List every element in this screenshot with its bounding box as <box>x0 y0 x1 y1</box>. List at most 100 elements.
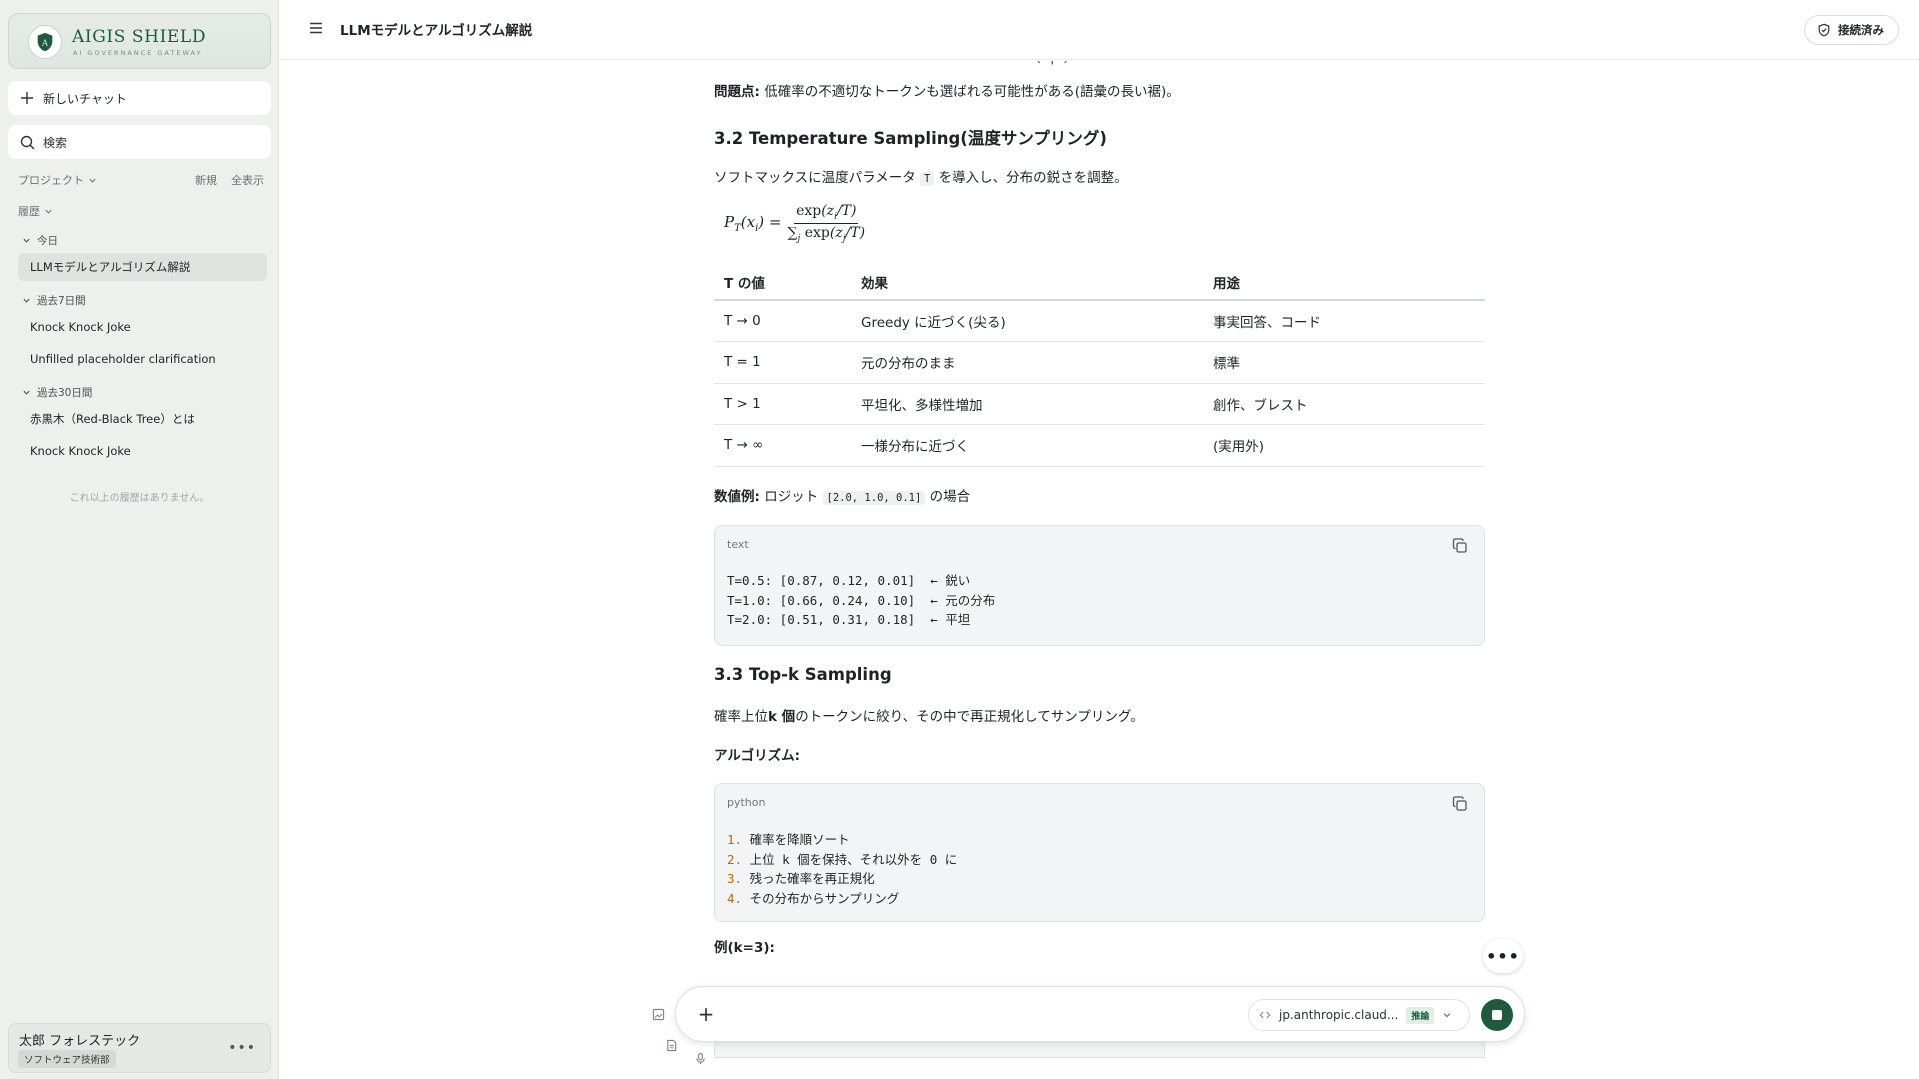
temperature-table: T の値 効果 用途 T → 0 Greedy に近づく(尖る) 事実回答、コー… <box>714 264 1485 467</box>
group-label: 過去7日間 <box>37 295 86 307</box>
code-line-text: その分布からサンプリング <box>749 890 900 906</box>
table-header-cell: 効果 <box>851 264 1203 301</box>
attach-plus-button[interactable]: + <box>696 1004 716 1024</box>
history-item[interactable]: Knock Knock Joke <box>18 313 267 341</box>
code-line: 2. 上位 k 個を保持、それ以外を 0 に <box>727 850 957 870</box>
code-line: 4. その分布からサンプリング <box>727 889 957 909</box>
topk-text-pre: 確率上位 <box>714 709 768 725</box>
search-input[interactable]: 検索 <box>8 125 271 159</box>
more-options-icon[interactable]: ••• <box>228 1040 256 1056</box>
example-text-pre: ロジット <box>764 489 819 505</box>
copy-icon[interactable] <box>1452 796 1468 812</box>
code-language-label: python <box>727 796 766 809</box>
history-item[interactable]: Knock Knock Joke <box>18 437 267 465</box>
line-number: 1. <box>727 832 743 847</box>
history-item-label: Knock Knock Joke <box>30 444 131 458</box>
projects-label: プロジェクト <box>18 174 84 187</box>
history-item-label: LLMモデルとアルゴリズム解説 <box>30 260 191 274</box>
model-selector[interactable]: jp.anthropic.claud... 推論 <box>1248 999 1470 1031</box>
svg-text:A: A <box>41 38 49 48</box>
table-cell: 平坦化、多様性増加 <box>851 383 1203 425</box>
topk-text-post: のトークンに絞り、その中で再正規化してサンプリング。 <box>795 709 1144 725</box>
table-row: T → ∞ 一様分布に近づく (実用外) <box>714 424 1485 467</box>
history-label: 履歴 <box>18 205 40 218</box>
top-header: LLMモデルとアルゴリズム解説 接続済み <box>280 0 1919 60</box>
algorithm-label: アルゴリズム: <box>714 748 800 764</box>
stop-generation-button[interactable] <box>1481 999 1513 1031</box>
code-content: 1. 確率を降順ソート 2. 上位 k 個を保持、それ以外を 0 に 3. 残った確… <box>727 830 957 908</box>
no-more-history: これ以上の履歴はありません。 <box>69 493 210 504</box>
user-department-badge: ソフトウェア技術部 <box>18 1050 116 1068</box>
more-actions-button[interactable]: ••• <box>1483 939 1523 973</box>
topk-intro: 確率上位k 個のトークンに絞り、その中で再正規化してサンプリング。 <box>714 707 1485 727</box>
table-cell: T → 0 <box>714 300 851 342</box>
chevron-down-icon <box>45 209 52 214</box>
intro-text-pre: ソフトマックスに温度パラメータ <box>714 170 916 186</box>
formula-fragment: — (· | ·) <box>1017 61 1069 65</box>
projects-toggle[interactable]: プロジェクト <box>18 172 181 188</box>
new-chat-label: 新しいチャット <box>43 91 127 106</box>
group-past-7-days[interactable]: 過去7日間 <box>22 293 86 308</box>
chevron-down-icon <box>23 238 30 243</box>
example-paragraph: 数値例: ロジット [2.0, 1.0, 0.1] の場合 <box>714 487 1485 508</box>
table-cell: 事実回答、コード <box>1203 300 1485 342</box>
line-number: 3. <box>727 871 743 886</box>
copy-icon[interactable] <box>1452 538 1468 554</box>
temperature-intro: ソフトマックスに温度パラメータ T を導入し、分布の鋭さを調整。 <box>714 168 1485 189</box>
user-name: 太郎 フォレステック <box>19 1034 141 1049</box>
history-toggle[interactable]: 履歴 <box>18 203 53 219</box>
line-number: 4. <box>727 890 743 906</box>
example-text-post: の場合 <box>929 489 971 505</box>
group-today[interactable]: 今日 <box>22 233 58 248</box>
table-header-cell: T の値 <box>714 264 851 301</box>
history-item[interactable]: 赤黒木（Red-Black Tree）とは <box>18 405 267 433</box>
chevron-down-icon <box>89 178 96 183</box>
code-line: T=0.5: [0.87, 0.12, 0.01] ← 鋭い <box>727 573 971 588</box>
intro-text-post: を導入し、分布の鋭さを調整。 <box>938 170 1128 186</box>
brand-name: AIGIS SHIELD <box>72 27 207 47</box>
user-card[interactable]: 太郎 フォレステック ソフトウェア技術部 ••• <box>8 1023 271 1073</box>
table-cell: 一様分布に近づく <box>851 424 1203 467</box>
group-label: 過去30日間 <box>37 387 93 399</box>
search-placeholder: 検索 <box>43 135 68 150</box>
table-cell: 創作、ブレスト <box>1203 383 1485 425</box>
table-cell: T > 1 <box>714 383 851 425</box>
image-icon[interactable] <box>650 1006 666 1022</box>
code-line-text: 確率を降順ソート <box>749 832 850 847</box>
history-item-label: Knock Knock Joke <box>30 320 131 334</box>
microphone-icon[interactable] <box>692 1050 708 1066</box>
algorithm-label-wrap: アルゴリズム: <box>714 746 1485 766</box>
projects-all-link[interactable]: 全表示 <box>231 172 264 188</box>
new-chat-button[interactable]: 新しいチャット <box>8 81 271 115</box>
inline-code: [2.0, 1.0, 0.1] <box>822 491 926 505</box>
stop-icon <box>1492 1010 1502 1020</box>
brand-logo[interactable]: A AIGIS SHIELD AI GOVERNANCE GATEWAY <box>8 13 271 69</box>
history-item[interactable]: Unfilled placeholder clarification <box>18 345 267 373</box>
history-item-label: Unfilled placeholder clarification <box>30 352 216 366</box>
table-row: T → 0 Greedy に近づく(尖る) 事実回答、コード <box>714 300 1485 342</box>
plus-icon <box>19 90 35 106</box>
inline-code: T <box>920 172 935 186</box>
menu-icon[interactable] <box>308 20 324 36</box>
page-title: LLMモデルとアルゴリズム解説 <box>340 23 533 39</box>
history-item[interactable]: LLMモデルとアルゴリズム解説 <box>18 253 267 281</box>
message-composer[interactable]: + jp.anthropic.claud... 推論 <box>675 986 1525 1042</box>
table-cell: T → ∞ <box>714 424 851 467</box>
line-number: 2. <box>727 851 743 867</box>
document-icon[interactable] <box>663 1037 679 1053</box>
sidebar: A AIGIS SHIELD AI GOVERNANCE GATEWAY 新しい… <box>0 0 279 1079</box>
temperature-formula: PT(xi) = exp(zi/T) ∑j exp(zj/T) <box>724 203 866 244</box>
problem-text: 低確率の不適切なトークンも選ばれる可能性がある(語彙の長い裾)。 <box>764 84 1180 100</box>
projects-new-link[interactable]: 新規 <box>195 172 217 188</box>
table-cell: 元の分布のまま <box>851 341 1203 384</box>
table-header-row: T の値 効果 用途 <box>714 264 1485 301</box>
code-block-python: python 1. 確率を降順ソート 2. 上位 k 個を保持、それ以外を 0 に… <box>714 783 1485 922</box>
projects-row: プロジェクト 新規 全表示 <box>18 172 264 188</box>
code-content: T=0.5: [0.87, 0.12, 0.01] ← 鋭い T=1.0: [0.… <box>727 571 995 630</box>
group-label: 今日 <box>37 235 58 247</box>
chevron-down-icon <box>23 390 30 395</box>
group-past-30-days[interactable]: 過去30日間 <box>22 385 92 400</box>
connection-status-button[interactable]: 接続済み <box>1804 15 1899 45</box>
reasoning-badge: 推論 <box>1406 1006 1435 1024</box>
table-cell: T = 1 <box>714 341 851 384</box>
